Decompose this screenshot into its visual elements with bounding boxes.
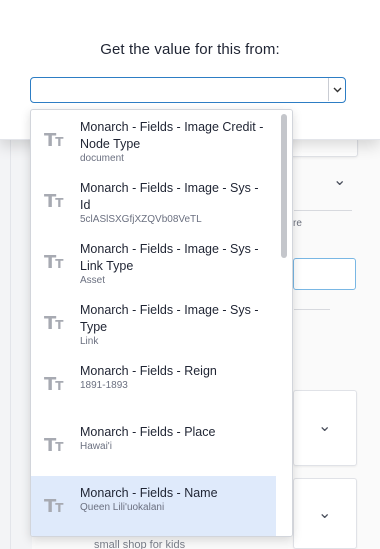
background-divider-line <box>294 309 330 310</box>
chevron-down-icon[interactable]: ⌄ <box>318 503 331 522</box>
option-item[interactable]: TT Monarch - Fields - Image - Sys - Id 5… <box>31 171 276 232</box>
text-type-icon: TT <box>44 495 63 517</box>
chevron-down-icon[interactable] <box>328 78 345 101</box>
option-subtitle: Queen Lili'uokalani <box>80 502 165 513</box>
option-title: Monarch - Fields - Image - Sys - Id <box>80 181 259 212</box>
options-dropdown[interactable]: TT Monarch - Fields - Image Credit - Nod… <box>30 109 293 537</box>
option-title: Monarch - Fields - Image - Sys - Link Ty… <box>80 242 259 273</box>
text-type-icon: TT <box>44 251 63 273</box>
option-item[interactable]: TT Monarch - Fields - Image - Sys - Link… <box>31 232 276 293</box>
dropdown-scrollbar[interactable] <box>276 110 292 536</box>
background-partial-text: small shop for kids <box>94 539 186 549</box>
text-type-icon: TT <box>44 129 63 151</box>
value-source-select[interactable] <box>30 77 346 103</box>
option-item[interactable]: TT Monarch - Fields - Place Hawai'i <box>31 415 276 476</box>
option-item[interactable]: TT Monarch - Fields - Image - Sys - Type… <box>31 293 276 354</box>
option-title: Monarch - Fields - Image - Sys - Type <box>80 303 259 334</box>
option-subtitle: 5clASlSXGfjXZQVb08VeTL <box>80 214 202 225</box>
option-item[interactable]: TT Monarch - Fields - Image Credit - Nod… <box>31 110 276 171</box>
option-title: Monarch - Fields - Place <box>80 425 216 439</box>
text-type-icon: TT <box>44 312 63 334</box>
text-type-icon: TT <box>44 373 63 395</box>
option-title: Monarch - Fields - Image Credit - Node T… <box>80 120 264 151</box>
option-subtitle: Hawai'i <box>80 441 112 452</box>
option-title: Monarch - Fields - Name <box>80 486 218 500</box>
option-item[interactable]: TT Monarch - Fields - Reign 1891-1893 <box>31 354 276 415</box>
option-title: Monarch - Fields - Reign <box>80 364 217 378</box>
background-divider-line <box>294 210 352 211</box>
modal-title: Get the value for this from: <box>100 41 280 58</box>
chevron-down-icon[interactable]: ⌄ <box>333 170 346 189</box>
option-subtitle: Asset <box>80 275 106 286</box>
background-partial-text: re <box>293 218 302 229</box>
scrollbar-thumb[interactable] <box>281 114 287 258</box>
chevron-down-icon[interactable]: ⌄ <box>318 416 331 435</box>
option-subtitle: document <box>80 153 124 164</box>
background-input[interactable] <box>293 258 356 290</box>
option-subtitle: 1891-1893 <box>80 380 128 391</box>
text-type-icon: TT <box>44 190 63 212</box>
text-type-icon: TT <box>44 434 63 456</box>
option-item-selected[interactable]: TT Monarch - Fields - Name Queen Lili'uo… <box>31 476 276 536</box>
option-subtitle: Link <box>80 336 99 347</box>
